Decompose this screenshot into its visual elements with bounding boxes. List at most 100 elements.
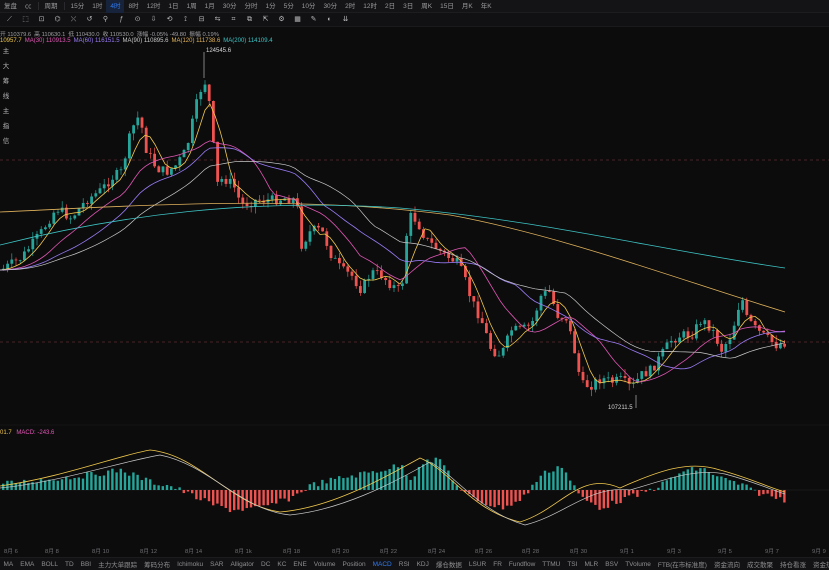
indicator-tab-18[interactable]: 爆仓数据 (432, 559, 465, 569)
indicator-tab-11[interactable]: KC (274, 561, 290, 568)
indicator-tab-1[interactable]: EMA (17, 561, 38, 568)
macd-bar (140, 480, 143, 490)
indicator-tab-15[interactable]: MACD (369, 561, 395, 568)
indicator-tab-2[interactable]: BOLL (38, 561, 62, 568)
candle-body (451, 258, 455, 262)
macd-bar (10, 480, 13, 490)
candle-body (501, 347, 505, 356)
macd-bar (296, 490, 299, 494)
indicator-tab-28[interactable]: 资金流向 (710, 559, 743, 569)
macd-bar (186, 490, 190, 492)
candle-body (396, 285, 400, 286)
candle-body (199, 91, 203, 100)
indicator-tab-29[interactable]: 成交散聚 (743, 559, 776, 569)
indicator-tab-30[interactable]: 持仓看涨 (776, 559, 809, 569)
candle-body (518, 325, 522, 327)
macd-bar (766, 490, 769, 494)
macd-bar (279, 490, 282, 499)
candle-body (548, 291, 551, 292)
indicator-tab-20[interactable]: FR (490, 561, 506, 568)
macd-bar (161, 486, 164, 490)
macd-bar (115, 472, 118, 490)
macd-bar (237, 490, 240, 510)
indicator-tab-19[interactable]: LSUR (465, 561, 489, 568)
candle-body (354, 275, 358, 287)
candle-body (140, 117, 144, 128)
candle-body (178, 157, 182, 166)
indicator-tab-25[interactable]: BSV (602, 561, 622, 568)
macd-bar (35, 482, 38, 490)
macd-bar (321, 479, 324, 490)
candle-body (123, 158, 127, 170)
kline-chart[interactable] (0, 0, 829, 556)
indicator-tab-6[interactable]: 筹码分布 (141, 559, 174, 569)
macd-bar (619, 490, 622, 504)
indicator-tab-24[interactable]: MLR (581, 561, 602, 568)
macd-bar (2, 483, 5, 490)
macd-bar (636, 490, 639, 497)
macd-bar (485, 490, 488, 506)
macd-bar (493, 490, 496, 508)
date-tick-7: 8月 20 (332, 549, 350, 555)
indicator-tab-17[interactable]: KDJ (413, 561, 432, 568)
macd-bar (69, 479, 72, 490)
macd-bar (60, 479, 64, 490)
indicator-tab-23[interactable]: TSI (564, 561, 581, 568)
indicator-tab-8[interactable]: SAR (207, 561, 227, 568)
candle-body (165, 166, 169, 175)
macd-bar (623, 490, 626, 497)
candle-body (573, 331, 576, 354)
indicator-tab-26[interactable]: TVolume (622, 561, 655, 568)
indicator-tab-4[interactable]: BBI (77, 561, 94, 568)
candle-body (543, 291, 547, 296)
candle-body (56, 211, 60, 213)
macd-bar (65, 476, 68, 490)
candle-body (48, 223, 51, 228)
macd-bar (665, 480, 668, 490)
indicator-tab-9[interactable]: Alligator (227, 561, 257, 568)
indicator-tab-16[interactable]: RSI (395, 561, 413, 568)
macd-bar (254, 490, 257, 507)
indicator-tab-0[interactable]: MA (0, 561, 17, 568)
candle-body (539, 295, 543, 311)
macd-bar (611, 490, 614, 501)
candle-body (535, 310, 539, 322)
macd-bar (489, 490, 492, 507)
indicator-tab-14[interactable]: Position (339, 561, 369, 568)
macd-bar (422, 464, 425, 490)
candle-body (224, 178, 228, 184)
candle-body (695, 324, 698, 339)
indicator-tab-27[interactable]: FTB(在市标准度) (654, 559, 710, 569)
indicator-tab-3[interactable]: TD (61, 561, 77, 568)
indicator-tab-13[interactable]: Volume (310, 561, 339, 568)
candle-body (674, 340, 677, 343)
candle-body (762, 330, 765, 333)
macd-bar (245, 490, 248, 509)
date-tick-3: 8月 12 (140, 549, 158, 555)
ma-line-90 (0, 161, 786, 359)
candle-body (783, 343, 786, 347)
macd-bar (220, 490, 223, 506)
indicator-tab-21[interactable]: Fundflow (505, 561, 538, 568)
candle-body (611, 377, 614, 383)
candle-body (741, 300, 744, 310)
indicator-tab-5[interactable]: 主力大单跟踪 (95, 559, 141, 569)
candle-body (653, 365, 656, 371)
indicator-tab-31[interactable]: 资金热度 (809, 559, 829, 569)
candle-body (136, 117, 140, 126)
candle-body (258, 199, 261, 201)
macd-bar (275, 490, 278, 504)
macd-bar (144, 477, 148, 490)
indicator-tab-22[interactable]: TTMU (539, 561, 564, 568)
indicator-tab-12[interactable]: ENE (290, 561, 310, 568)
date-tick-14: 9月 3 (667, 549, 681, 555)
candle-body (401, 283, 404, 286)
macd-bar (136, 474, 139, 490)
candle-body (241, 197, 245, 204)
indicator-tab-10[interactable]: DC (258, 561, 274, 568)
candle-body (338, 257, 341, 264)
indicator-tab-7[interactable]: Ichimoku (174, 561, 207, 568)
macd-bar (149, 479, 152, 490)
candle-body (745, 300, 749, 315)
macd-bar (195, 490, 198, 500)
